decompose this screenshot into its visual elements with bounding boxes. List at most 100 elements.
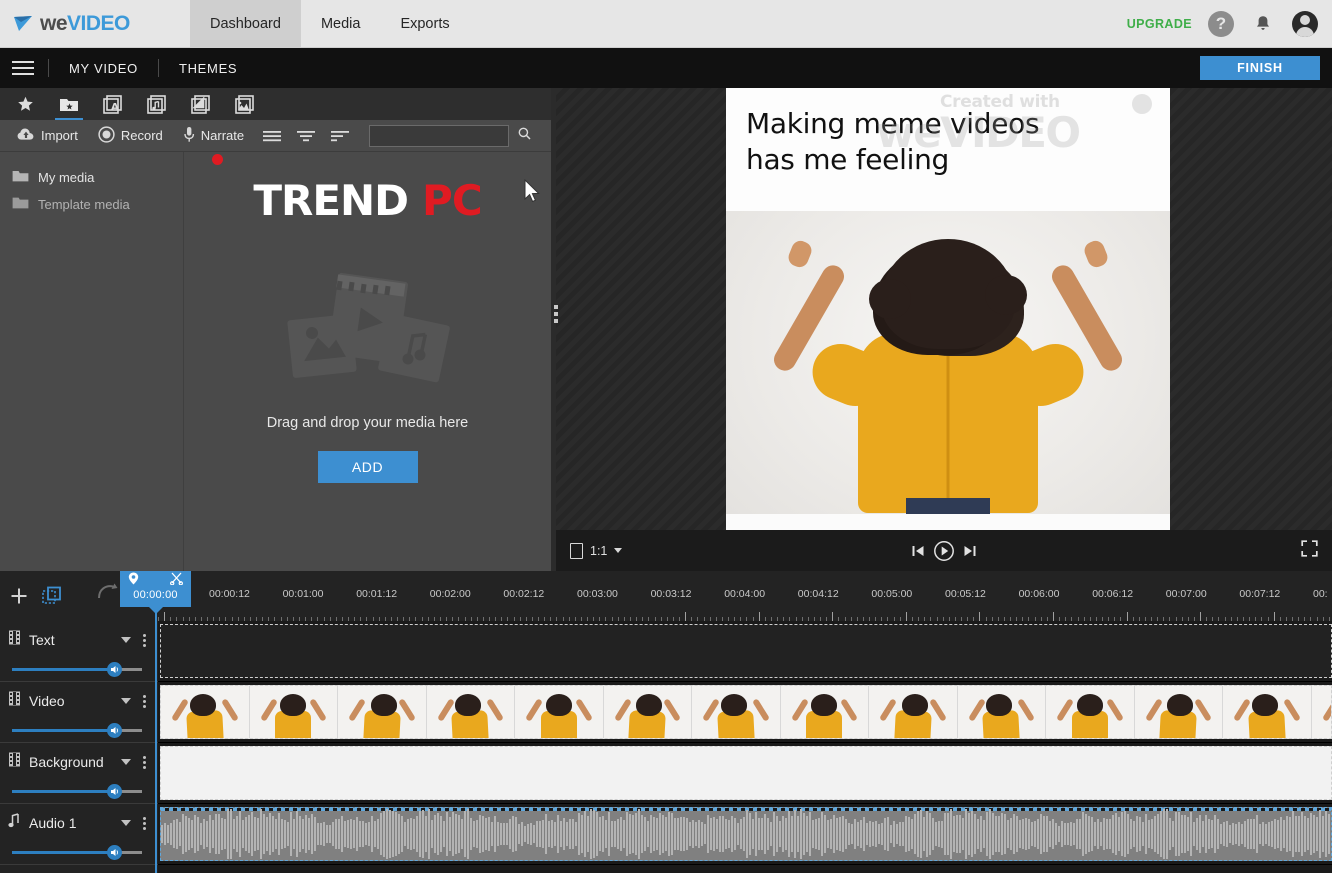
tree-item-my-media[interactable]: My media xyxy=(0,164,183,191)
import-button[interactable]: Import xyxy=(8,121,87,151)
volume-knob-icon[interactable] xyxy=(107,784,122,799)
timeline-ruler[interactable]: 00:00:12 00:01:00 00:01:12 00:02:00 00:02:12… xyxy=(158,571,1332,621)
transitions-tab-icon[interactable] xyxy=(184,88,218,120)
record-button[interactable]: Record xyxy=(89,121,172,151)
waveform-bar xyxy=(581,815,583,853)
skip-to-end-button[interactable] xyxy=(962,543,978,559)
undo-icon[interactable] xyxy=(96,583,120,606)
project-title[interactable]: MY VIDEO xyxy=(63,61,144,76)
track-collapse-chevron-icon[interactable] xyxy=(121,820,131,826)
media-drop-zone[interactable]: TREND PC Drag and drop your media here A… xyxy=(184,152,551,571)
waveform-bar xyxy=(557,815,559,853)
notifications-bell-icon[interactable] xyxy=(1250,11,1276,37)
lane-text[interactable] xyxy=(158,621,1332,682)
duplicate-clip-icon[interactable] xyxy=(42,586,62,606)
track-collapse-chevron-icon[interactable] xyxy=(121,698,131,704)
background-clip[interactable] xyxy=(160,746,1332,800)
track-collapse-chevron-icon[interactable] xyxy=(121,637,131,643)
media-search-box[interactable] xyxy=(369,124,531,147)
lane-background[interactable] xyxy=(158,743,1332,804)
user-avatar[interactable] xyxy=(1292,10,1318,37)
nav-tab-dashboard[interactable]: Dashboard xyxy=(190,0,301,48)
wevideo-logo[interactable]: weVIDEO xyxy=(0,12,190,36)
track-menu-icon[interactable] xyxy=(139,633,150,647)
waveform-bar xyxy=(488,817,490,851)
marker-pin-icon[interactable] xyxy=(128,572,139,590)
skip-to-start-button[interactable] xyxy=(910,543,926,559)
lane-video[interactable] xyxy=(158,682,1332,743)
waveform-bar xyxy=(308,817,310,851)
video-clip[interactable] xyxy=(160,685,1332,739)
ruler-tick xyxy=(685,612,687,621)
meme-line-1: Making meme videos xyxy=(746,107,1040,140)
nav-tab-media[interactable]: Media xyxy=(301,0,381,48)
add-track-icon[interactable] xyxy=(10,587,28,605)
waveform-bar xyxy=(641,814,643,854)
playhead-line xyxy=(155,607,157,873)
waveform-bar xyxy=(650,814,652,854)
split-scissors-icon[interactable] xyxy=(170,572,183,590)
track-menu-icon[interactable] xyxy=(139,816,150,830)
waveform-bar xyxy=(536,821,538,847)
waveform-bar xyxy=(1052,818,1054,850)
volume-knob-icon[interactable] xyxy=(107,723,122,738)
audio-waveform xyxy=(161,808,1331,860)
cloud-upload-icon xyxy=(17,127,35,144)
hamburger-menu-icon[interactable] xyxy=(12,57,34,79)
track-volume-slider[interactable] xyxy=(8,783,150,799)
waveform-bar xyxy=(227,809,229,859)
waveform-bar xyxy=(668,811,670,857)
filter-icon[interactable] xyxy=(291,121,321,151)
text-clip[interactable] xyxy=(160,624,1332,678)
add-media-button[interactable]: ADD xyxy=(317,451,418,483)
track-volume-slider[interactable] xyxy=(8,722,150,738)
ruler-tick-label: 00:04:12 xyxy=(797,588,839,600)
track-menu-icon[interactable] xyxy=(139,694,150,708)
volume-knob-icon[interactable] xyxy=(107,662,122,677)
help-icon[interactable]: ? xyxy=(1208,10,1234,37)
waveform-bar xyxy=(740,818,742,850)
track-collapse-chevron-icon[interactable] xyxy=(121,759,131,765)
waveform-bar xyxy=(923,816,925,852)
waveform-bar xyxy=(1241,823,1243,845)
waveform-bar xyxy=(839,816,841,852)
track-header-text[interactable]: Text xyxy=(0,621,158,682)
waveform-bar xyxy=(620,816,622,852)
tree-item-template-media[interactable]: Template media xyxy=(0,191,183,218)
themes-button[interactable]: THEMES xyxy=(173,61,243,76)
volume-knob-icon[interactable] xyxy=(107,845,122,860)
lane-audio-1[interactable] xyxy=(158,804,1332,865)
search-input[interactable] xyxy=(376,129,519,142)
track-header-background[interactable]: Background xyxy=(0,743,158,804)
finish-button[interactable]: FINISH xyxy=(1200,56,1320,80)
waveform-bar xyxy=(587,815,589,853)
track-volume-slider[interactable] xyxy=(8,844,150,860)
track-volume-slider[interactable] xyxy=(8,661,150,677)
fullscreen-button[interactable] xyxy=(1301,539,1318,562)
ruler-tick xyxy=(1052,612,1054,621)
video-stage[interactable]: Making meme videos has me feeling Create… xyxy=(726,88,1170,530)
waveform-bar xyxy=(452,811,454,857)
my-media-folder-icon[interactable] xyxy=(52,88,86,120)
waveform-bar xyxy=(401,815,403,853)
track-header-audio-1[interactable]: Audio 1 xyxy=(0,804,158,865)
text-tab-icon[interactable]: A xyxy=(96,88,130,120)
upgrade-button[interactable]: UPGRADE xyxy=(1127,17,1192,31)
track-menu-icon[interactable] xyxy=(139,755,150,769)
panel-resize-handle[interactable] xyxy=(551,302,561,326)
waveform-bar xyxy=(755,811,757,857)
waveform-bar xyxy=(398,814,400,854)
narrate-button[interactable]: Narrate xyxy=(174,121,253,151)
audio-clip[interactable] xyxy=(160,807,1332,861)
playhead-marker[interactable]: 00:00:00 xyxy=(120,571,191,614)
play-button[interactable] xyxy=(933,540,955,562)
sort-icon[interactable] xyxy=(325,121,355,151)
aspect-ratio-selector[interactable]: 1:1 xyxy=(556,542,623,559)
waveform-bar xyxy=(788,811,790,857)
list-view-icon[interactable] xyxy=(257,121,287,151)
favorites-tab-star-icon[interactable] xyxy=(8,88,42,120)
track-header-video[interactable]: Video xyxy=(0,682,158,743)
nav-tab-exports[interactable]: Exports xyxy=(380,0,469,48)
graphics-tab-icon[interactable] xyxy=(228,88,262,120)
audio-tab-icon[interactable] xyxy=(140,88,174,120)
